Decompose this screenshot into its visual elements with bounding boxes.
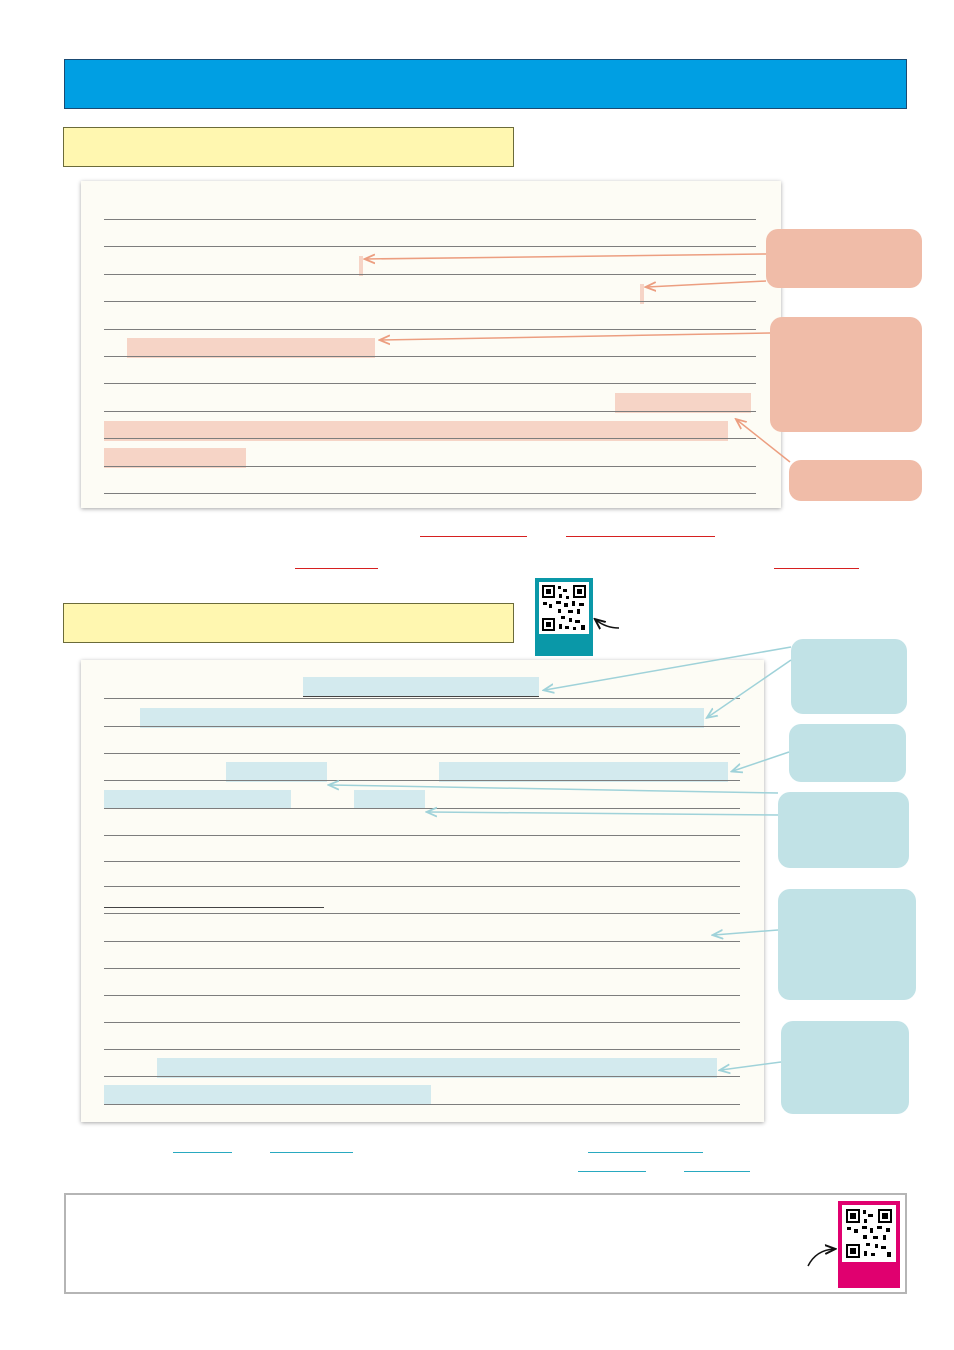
ruled-line bbox=[104, 968, 740, 969]
ruled-line bbox=[104, 493, 756, 494]
ruled-line bbox=[104, 780, 740, 781]
highlight-bar bbox=[127, 338, 375, 358]
highlight-bar bbox=[226, 762, 327, 782]
qr-code-icon[interactable] bbox=[842, 1205, 896, 1262]
text-underline bbox=[104, 907, 324, 908]
ruled-line bbox=[104, 753, 740, 754]
ruled-line bbox=[104, 274, 756, 275]
ruled-line bbox=[104, 995, 740, 996]
callout-box bbox=[789, 460, 922, 501]
highlight-bar bbox=[303, 677, 539, 696]
ruled-line bbox=[104, 383, 756, 384]
callout-box bbox=[781, 1021, 909, 1114]
blank-underline bbox=[420, 536, 527, 537]
ruled-line bbox=[104, 1076, 740, 1077]
ruled-line bbox=[104, 411, 756, 412]
blank-underline bbox=[173, 1152, 232, 1153]
ruled-line bbox=[104, 329, 756, 330]
blank-underline bbox=[588, 1152, 703, 1153]
highlight-bar bbox=[104, 1085, 431, 1105]
highlight-bar bbox=[354, 790, 425, 809]
highlight-bar bbox=[104, 790, 291, 809]
highlight-bar bbox=[140, 708, 704, 728]
ruled-line bbox=[104, 861, 740, 862]
ruled-line bbox=[104, 835, 740, 836]
qr-code-tile[interactable] bbox=[535, 578, 593, 656]
ruled-line bbox=[104, 726, 740, 727]
callout-box bbox=[791, 639, 907, 714]
ruled-line bbox=[104, 941, 740, 942]
callout-box bbox=[778, 792, 909, 868]
page-header-bar bbox=[64, 59, 907, 109]
lined-paper-1 bbox=[81, 181, 781, 508]
ruled-line bbox=[104, 1049, 740, 1050]
section-2-heading bbox=[63, 603, 514, 643]
text-underline bbox=[303, 696, 539, 697]
ruled-line bbox=[104, 886, 740, 887]
ruled-line bbox=[104, 356, 756, 357]
ruled-line bbox=[104, 219, 756, 220]
ruled-line bbox=[104, 698, 740, 699]
blank-underline bbox=[270, 1152, 353, 1153]
ruled-line bbox=[104, 466, 756, 467]
ruled-line bbox=[104, 1022, 740, 1023]
lined-paper-2 bbox=[81, 660, 764, 1122]
blank-underline bbox=[578, 1171, 646, 1172]
ruled-line bbox=[104, 1104, 740, 1105]
highlight-bar bbox=[615, 393, 751, 413]
callout-box bbox=[778, 889, 916, 1000]
callout-box bbox=[766, 229, 922, 288]
highlight-mark bbox=[359, 256, 363, 276]
ruled-line bbox=[104, 246, 756, 247]
callout-box bbox=[789, 724, 906, 782]
blank-underline bbox=[684, 1171, 750, 1172]
curved-arrow bbox=[596, 620, 620, 628]
qr-code-icon[interactable] bbox=[539, 582, 589, 634]
highlight-bar bbox=[157, 1058, 717, 1078]
note-box bbox=[64, 1193, 907, 1294]
section-1-heading bbox=[63, 127, 514, 167]
blank-underline bbox=[295, 568, 378, 569]
blank-underline bbox=[774, 568, 859, 569]
blank-underline bbox=[566, 536, 715, 537]
ruled-line bbox=[104, 438, 756, 439]
highlight-bar bbox=[104, 448, 246, 468]
ruled-line bbox=[104, 913, 740, 914]
callout-box bbox=[770, 317, 922, 432]
qr-code-tile[interactable] bbox=[838, 1201, 900, 1288]
highlight-bar bbox=[439, 762, 728, 782]
ruled-line bbox=[104, 301, 756, 302]
ruled-line bbox=[104, 808, 740, 809]
